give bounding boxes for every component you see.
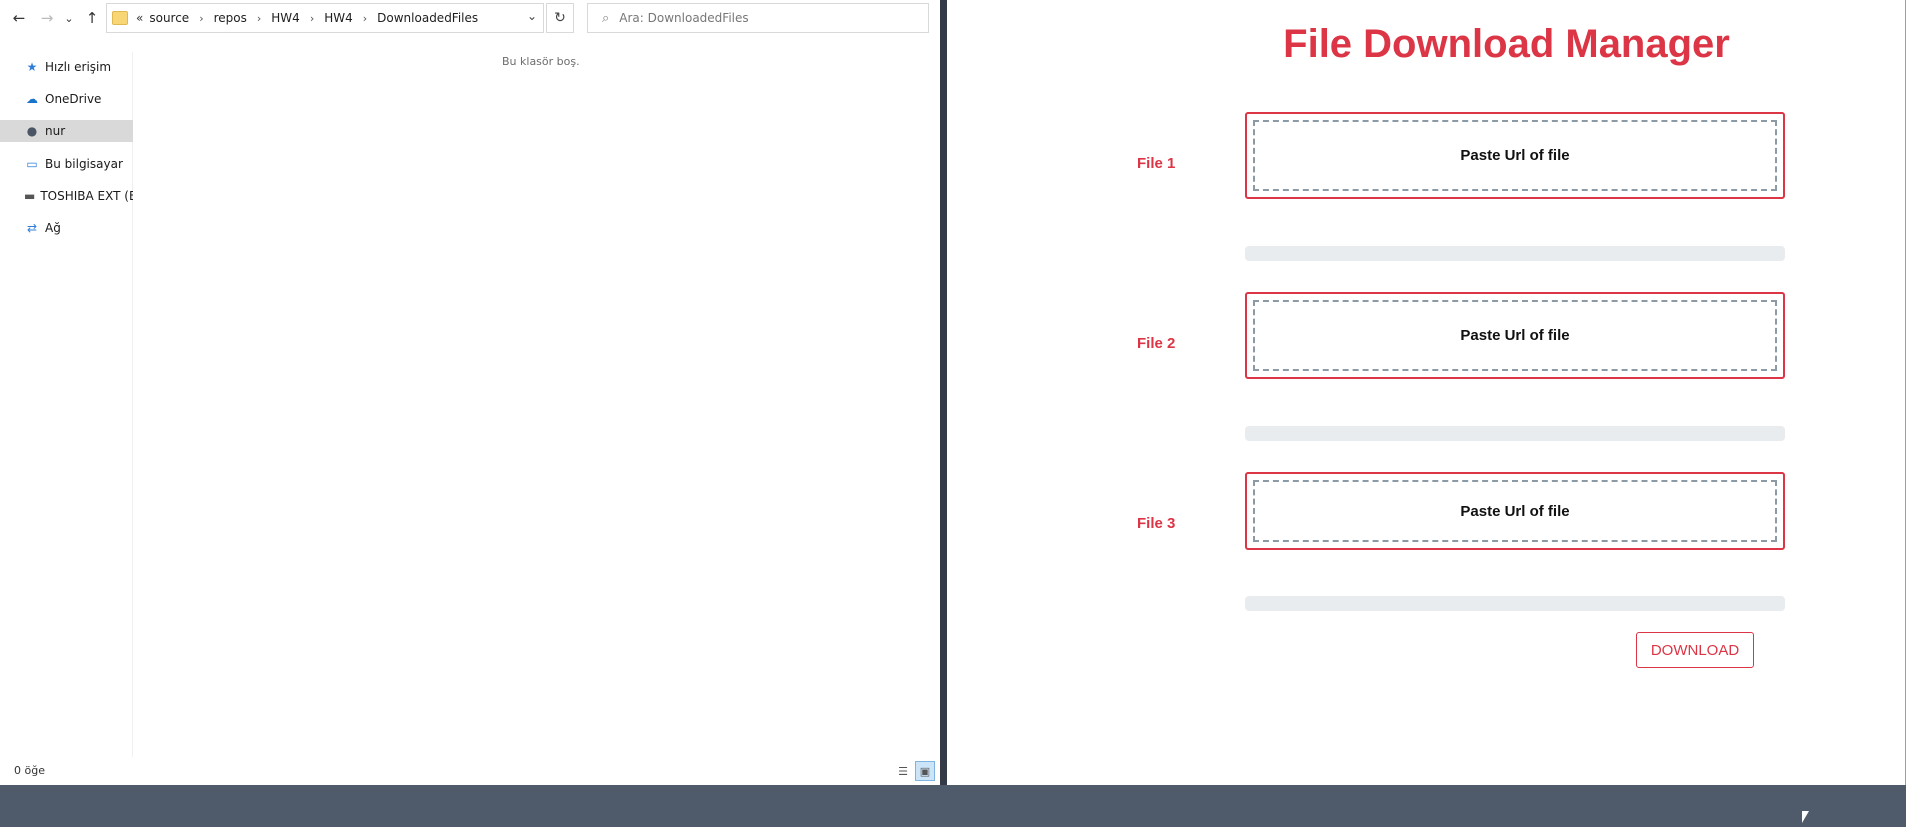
explorer-toolbar: ← → ⌄ ↑ « source › repos › HW4 › HW4 › D… [0, 0, 940, 36]
address-dropdown-icon[interactable]: ⌄ [527, 9, 537, 23]
address-bar[interactable]: « source › repos › HW4 › HW4 › Downloade… [106, 3, 544, 33]
recent-locations-button[interactable]: ⌄ [62, 7, 76, 29]
file-1-progress-bar [1245, 246, 1785, 261]
search-placeholder: Ara: DownloadedFiles [619, 11, 749, 25]
overflow-chevron-icon[interactable]: « [136, 11, 143, 25]
empty-folder-message: Bu klasör boş. [502, 55, 580, 68]
up-arrow-icon: ↑ [85, 9, 99, 27]
file-2-label: File 2 [1137, 335, 1176, 352]
page-title: File Download Manager [1283, 22, 1730, 66]
breadcrumb: source › repos › HW4 › HW4 › DownloadedF… [149, 11, 478, 25]
network-icon: ⇄ [26, 221, 38, 235]
breadcrumb-hw4-inner[interactable]: HW4 [324, 11, 353, 25]
sidebar-item-network[interactable]: ⇄ Ağ [0, 217, 133, 239]
sidebar-item-label: Ağ [45, 221, 61, 235]
sidebar-item-label: Bu bilgisayar [45, 157, 123, 171]
large-icons-view-button[interactable]: ▣ [915, 761, 935, 781]
file-explorer-window: ← → ⌄ ↑ « source › repos › HW4 › HW4 › D… [0, 0, 940, 785]
breadcrumb-separator-icon[interactable]: › [257, 12, 261, 25]
refresh-button[interactable]: ↻ [546, 3, 574, 33]
refresh-icon: ↻ [554, 10, 566, 26]
breadcrumb-downloadedfiles[interactable]: DownloadedFiles [377, 11, 478, 25]
breadcrumb-repos[interactable]: repos [214, 11, 247, 25]
mouse-cursor-icon [1802, 811, 1809, 823]
details-view-icon: ☰ [898, 764, 908, 778]
back-button[interactable]: ← [9, 7, 29, 29]
folder-icon [112, 11, 128, 25]
user-icon: ● [26, 124, 38, 138]
window-divider [940, 0, 947, 785]
sidebar-item-onedrive[interactable]: ☁ OneDrive [0, 88, 133, 110]
file-1-url-dropzone[interactable]: Paste Url of file [1245, 112, 1785, 199]
cloud-icon: ☁ [26, 92, 38, 106]
sidebar-item-this-pc[interactable]: ▭ Bu bilgisayar [0, 153, 133, 175]
sidebar-item-label: Hızlı erişim [45, 60, 112, 74]
file-3-url-placeholder: Paste Url of file [1253, 480, 1777, 542]
star-icon: ★ [26, 60, 38, 74]
drive-icon: ▬ [24, 189, 36, 203]
breadcrumb-separator-icon[interactable]: › [199, 12, 203, 25]
file-1-label: File 1 [1137, 155, 1176, 172]
sidebar-item-label: TOSHIBA EXT (E:) [40, 189, 133, 203]
large-icons-view-icon: ▣ [919, 764, 931, 778]
computer-icon: ▭ [26, 157, 38, 171]
item-count-status: 0 öğe [14, 764, 45, 777]
sidebar-item-toshiba-drive[interactable]: ▬ TOSHIBA EXT (E:) [0, 185, 133, 207]
sidebar-item-label: OneDrive [45, 92, 102, 106]
file-2-progress-bar [1245, 426, 1785, 441]
sidebar-item-quick-access[interactable]: ★ Hızlı erişim [0, 56, 133, 78]
breadcrumb-separator-icon[interactable]: › [363, 12, 367, 25]
sidebar-item-nur[interactable]: ● nur [0, 120, 133, 142]
breadcrumb-hw4[interactable]: HW4 [271, 11, 300, 25]
details-view-button[interactable]: ☰ [893, 761, 913, 781]
file-3-progress-bar [1245, 596, 1785, 611]
sidebar-item-label: nur [45, 124, 66, 138]
navigation-pane: ★ Hızlı erişim ☁ OneDrive ● nur ▭ Bu bil… [0, 52, 133, 757]
file-2-url-dropzone[interactable]: Paste Url of file [1245, 292, 1785, 379]
forward-button[interactable]: → [37, 7, 57, 29]
file-1-url-placeholder: Paste Url of file [1253, 120, 1777, 191]
forward-arrow-icon: → [40, 9, 54, 27]
search-input[interactable]: ⌕ Ara: DownloadedFiles [587, 3, 929, 33]
search-icon: ⌕ [602, 10, 610, 26]
file-3-label: File 3 [1137, 515, 1176, 532]
chevron-down-icon: ⌄ [64, 11, 74, 25]
breadcrumb-separator-icon[interactable]: › [310, 12, 314, 25]
file-3-url-dropzone[interactable]: Paste Url of file [1245, 472, 1785, 550]
breadcrumb-source[interactable]: source [149, 11, 189, 25]
file-2-url-placeholder: Paste Url of file [1253, 300, 1777, 371]
download-button[interactable]: DOWNLOAD [1636, 632, 1754, 668]
up-button[interactable]: ↑ [82, 7, 102, 29]
back-arrow-icon: ← [12, 9, 26, 27]
file-download-manager-page: File Download Manager File 1 Paste Url o… [947, 0, 1906, 785]
